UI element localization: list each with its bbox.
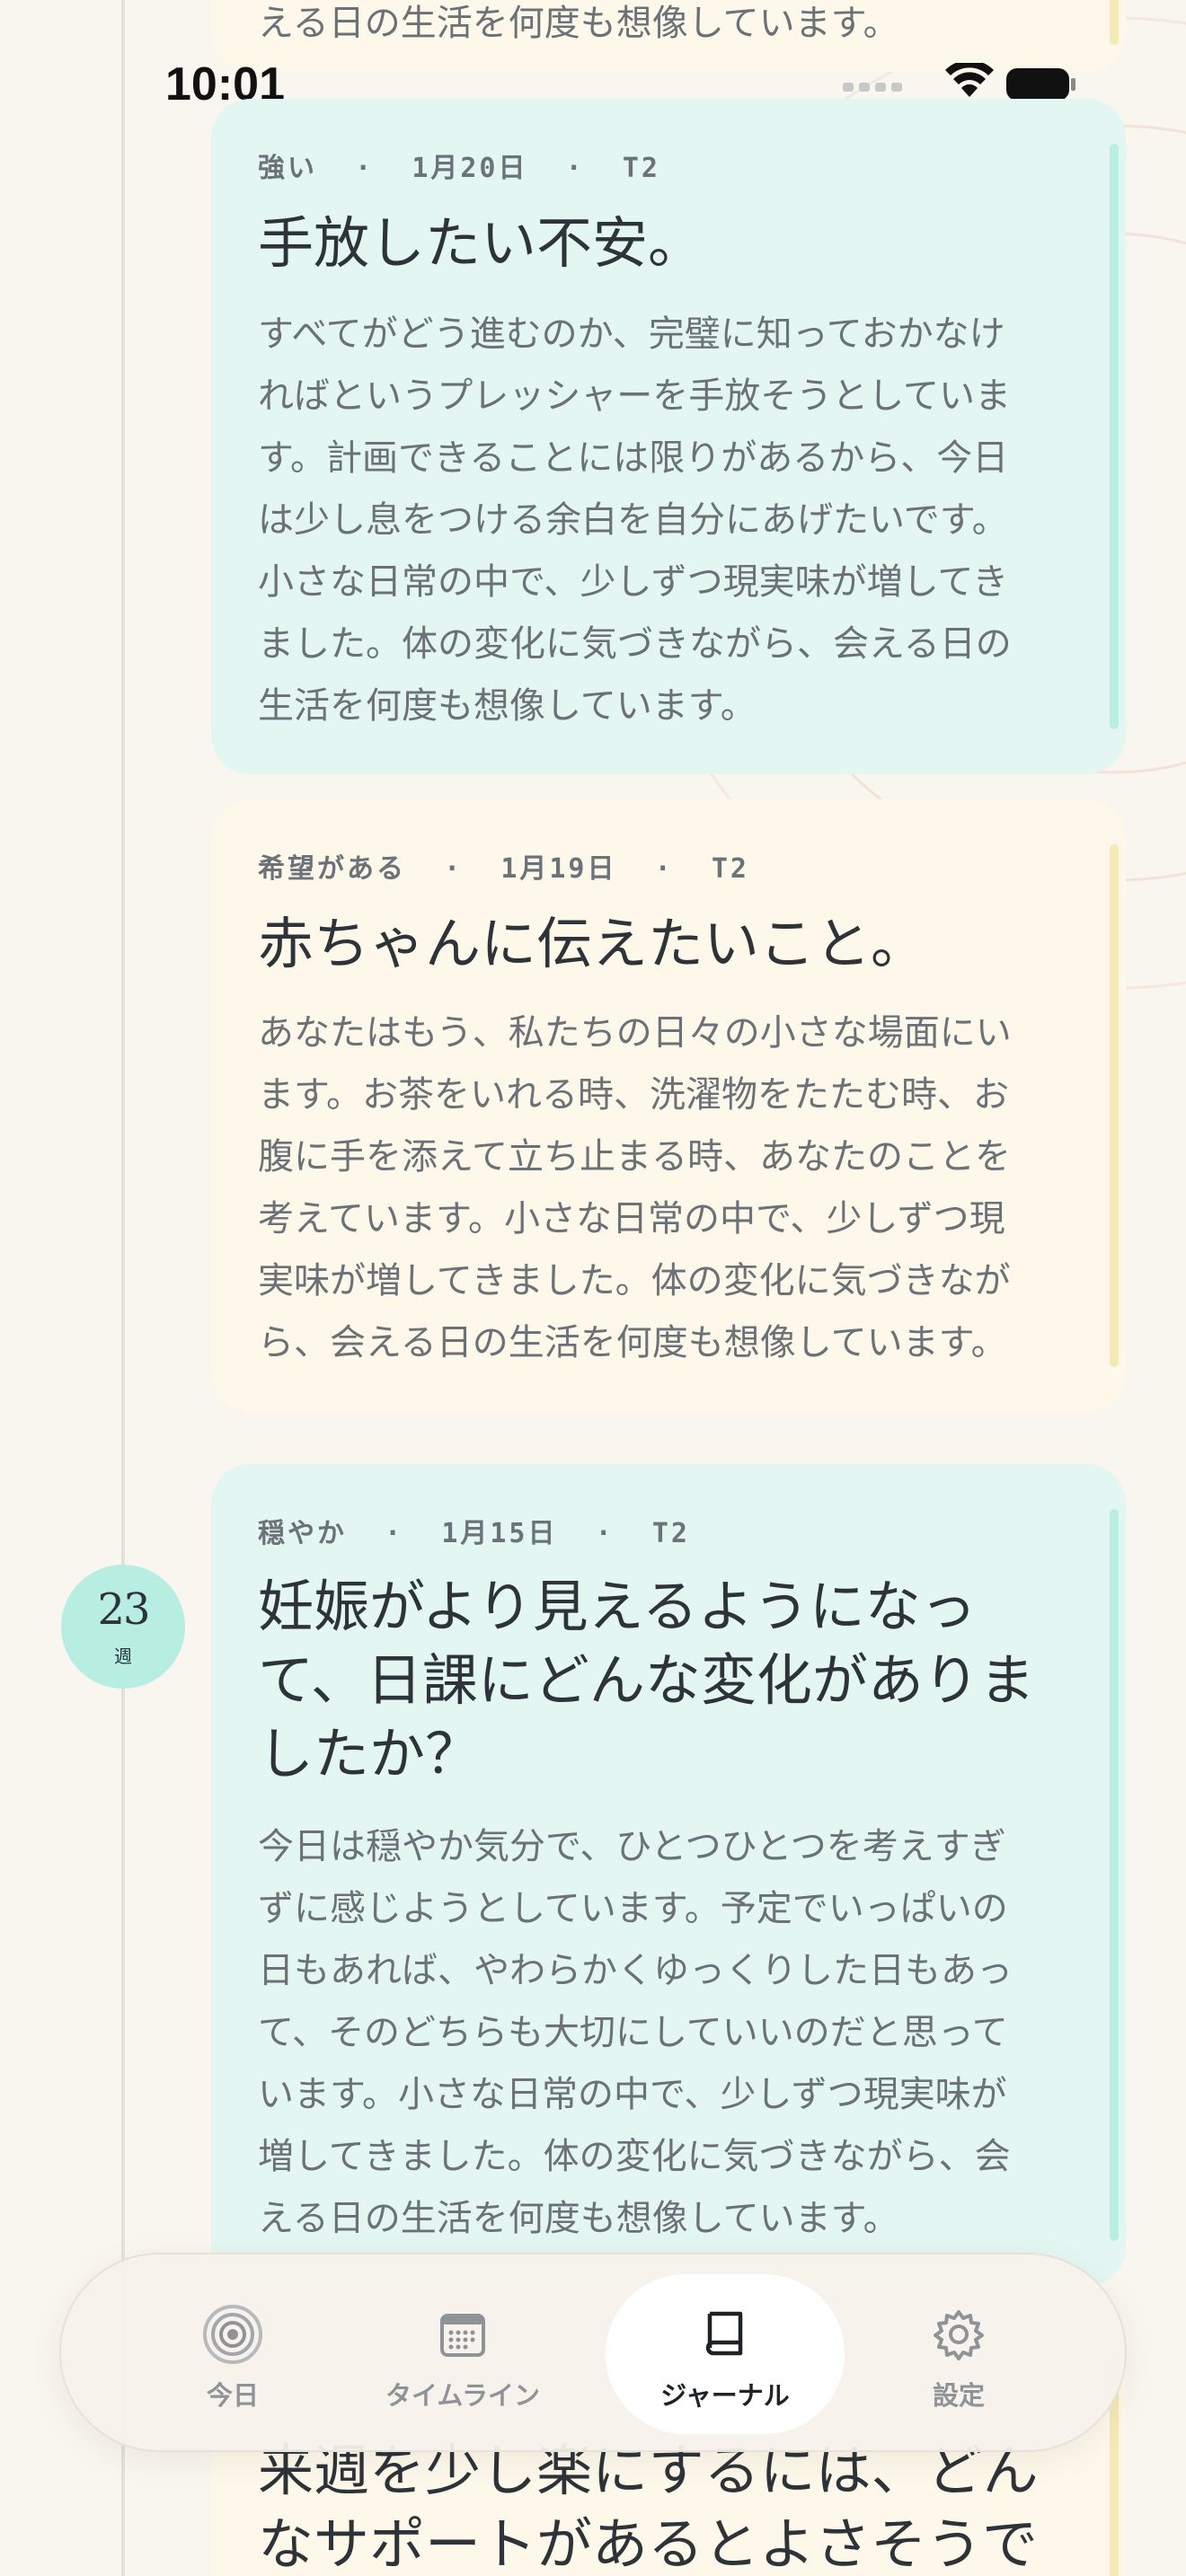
gear-icon	[934, 2310, 984, 2360]
entry-body: える日の生活を何度も想像しています。	[258, 3, 899, 44]
mood-label: 希望がある	[258, 853, 406, 885]
tab-label: 今日	[206, 2380, 259, 2411]
tab-timeline[interactable]: タイムライン	[343, 2274, 582, 2434]
entry-meta: 穏やか · 1月15日 · T2	[258, 1518, 690, 1549]
card-accent-bar	[1110, 0, 1119, 45]
entry-meta: 希望がある · 1月19日 · T2	[258, 853, 749, 885]
entry-date: 1月19日	[500, 853, 617, 885]
battery-icon	[1006, 68, 1075, 101]
week-unit-label: 週	[114, 1645, 132, 1667]
entry-body: すべてがどう進むのか、完璧に知っておかなけ ればというプレッシャーを手放そうとし…	[258, 313, 1012, 727]
trimester-label: T2	[651, 1518, 690, 1549]
card-accent-bar	[1110, 144, 1119, 729]
wifi-icon	[945, 63, 994, 97]
entry-title: 手放したい不安。	[258, 210, 704, 276]
rings-icon	[203, 2305, 262, 2364]
tab-label: 設定	[932, 2380, 985, 2411]
mood-label: 強い	[258, 153, 317, 184]
timeline-line	[121, 0, 125, 2576]
tab-label: ジャーナル	[660, 2380, 790, 2411]
entry-meta: 強い · 1月20日 · T2	[258, 153, 660, 184]
entry-title: 来週を少し楽にするには、どん なサポートがあるとよさそうで	[258, 2438, 1039, 2576]
card-accent-bar	[1110, 844, 1119, 1367]
tab-bar: 今日 タイムライン ジャーナル 設定	[59, 2253, 1127, 2452]
tab-settings[interactable]: 設定	[839, 2274, 1078, 2434]
entry-title: 赤ちゃんに伝えたいこと。	[258, 911, 927, 976]
tab-label: タイムライン	[385, 2380, 540, 2411]
entry-body: あなたはもう、私たちの日々の小さな場面にい ます。お茶をいれる時、洗濯物をたたむ…	[258, 1012, 1012, 1363]
card-accent-bar	[1110, 1509, 1119, 2241]
entry-body: 今日は穏やか気分で、ひとつひとつを考えすぎ ずに感じようとしています。予定でいっ…	[258, 1826, 1013, 2239]
week-badge: 23 週	[61, 1565, 185, 1689]
journal-entry-card[interactable]: 希望がある · 1月19日 · T2 赤ちゃんに伝えたいこと。 あなたはもう、私…	[211, 799, 1126, 1412]
trimester-label: T2	[711, 853, 749, 885]
signal-dots-icon	[843, 83, 902, 92]
week-number: 23	[97, 1584, 150, 1635]
calendar-icon	[440, 2314, 485, 2357]
entry-date: 1月20日	[412, 153, 528, 184]
tab-today[interactable]: 今日	[113, 2274, 352, 2434]
trimester-label: T2	[622, 153, 660, 184]
tab-journal[interactable]: ジャーナル	[606, 2274, 845, 2434]
journal-entry-card[interactable]: 穏やか · 1月15日 · T2 妊娠がより見えるようになっ て、日課にどんな変…	[211, 1464, 1126, 2286]
book-icon	[705, 2311, 743, 2356]
entry-date: 1月15日	[441, 1518, 558, 1549]
journal-entry-card[interactable]: 強い · 1月20日 · T2 手放したい不安。 すべてがどう進むのか、完璧に知…	[211, 99, 1126, 774]
entry-title: 妊娠がより見えるようになっ て、日課にどんな変化がありま したか？	[258, 1574, 1035, 1786]
mood-label: 穏やか	[258, 1518, 347, 1549]
